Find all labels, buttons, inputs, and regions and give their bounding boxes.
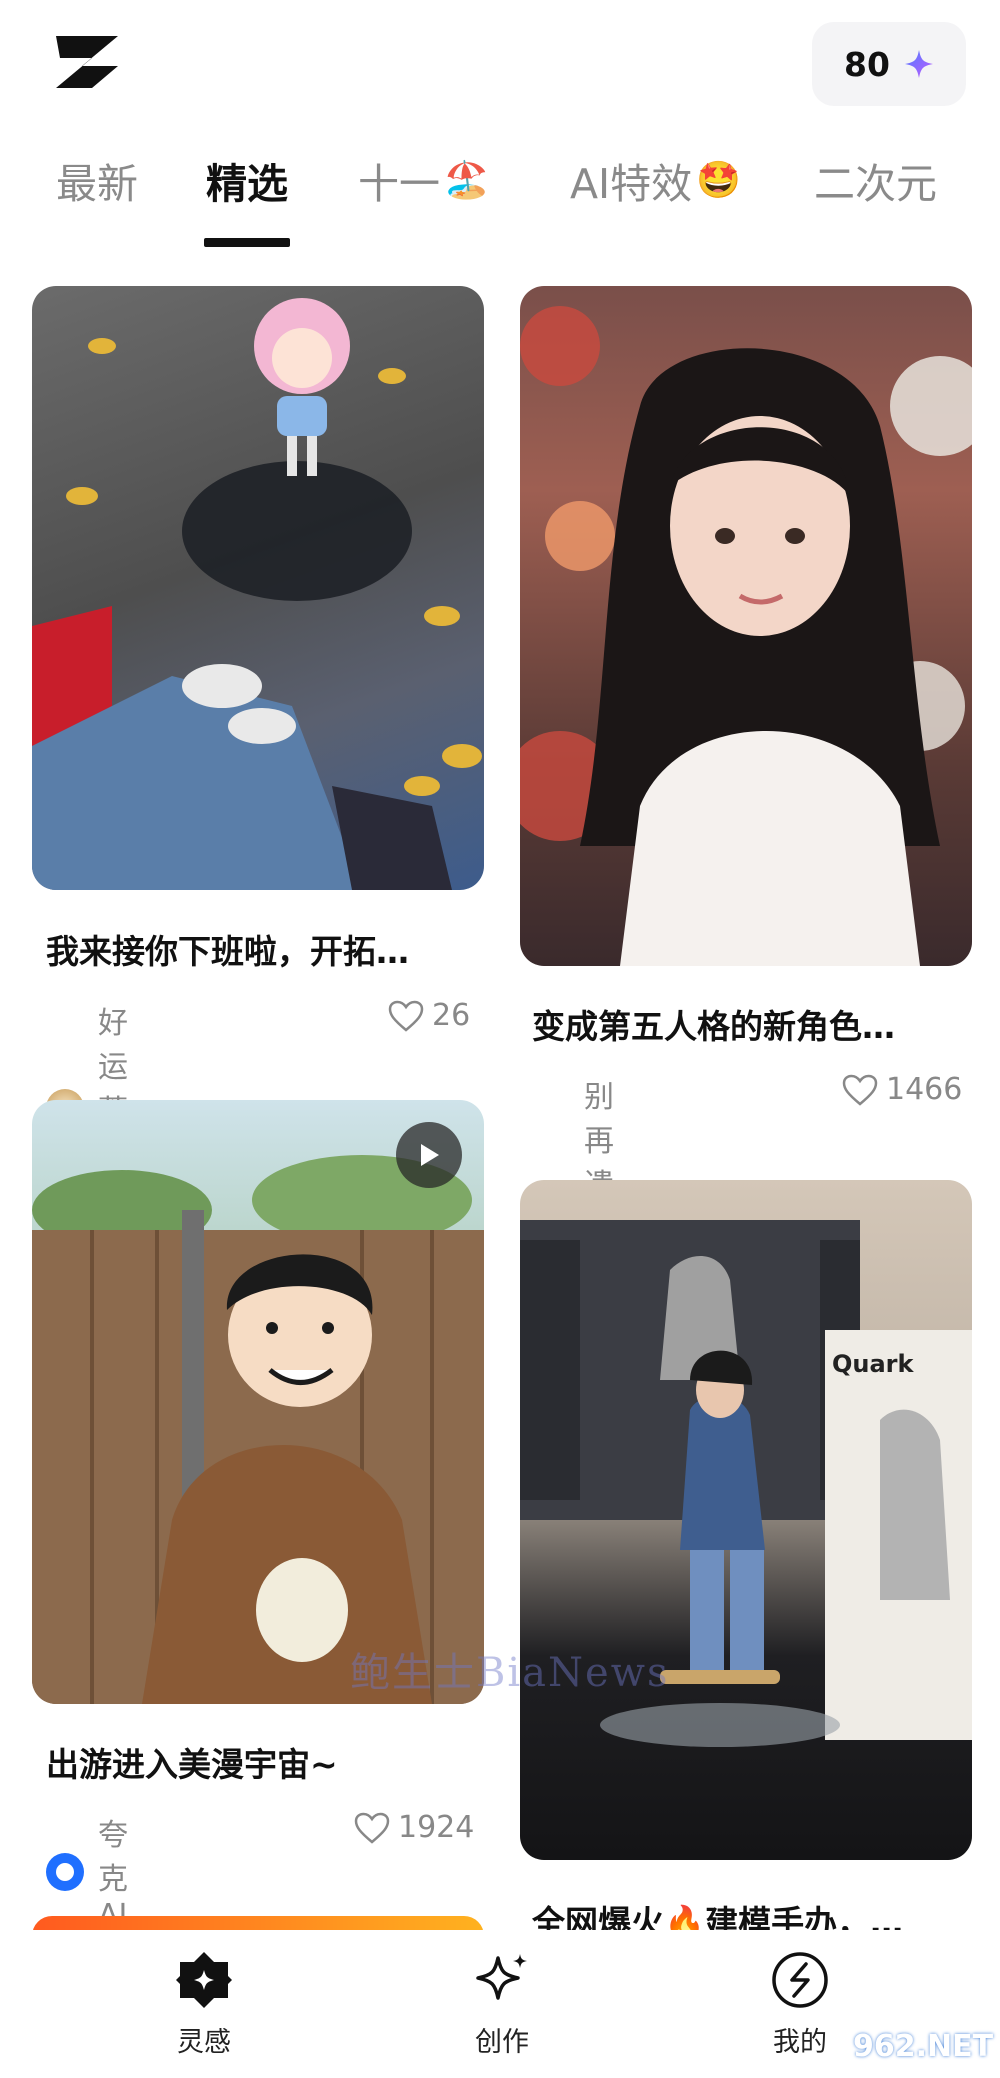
tab-national-day[interactable]: 十一 🏖️ xyxy=(358,150,489,210)
profile-icon xyxy=(772,1952,828,2008)
nav-create[interactable]: 创作 xyxy=(442,1950,562,2059)
video-play-icon xyxy=(396,1122,462,1188)
heart-icon xyxy=(354,1812,390,1844)
app-logo xyxy=(56,36,118,88)
watermark: 鲍生士BiaNews xyxy=(350,1650,670,1696)
credits-count: 80 xyxy=(844,44,890,84)
credits-button[interactable]: 80 xyxy=(812,22,966,106)
tab-featured[interactable]: 精选 xyxy=(206,150,288,210)
card-image[interactable] xyxy=(520,286,972,966)
sparkle-icon xyxy=(904,50,933,78)
beach-emoji: 🏖️ xyxy=(444,160,489,201)
nav-inspiration[interactable]: 灵感 xyxy=(144,1950,264,2059)
card-image[interactable] xyxy=(32,1100,484,1704)
tab-latest[interactable]: 最新 xyxy=(56,150,138,210)
quark-avatar-icon xyxy=(46,1852,84,1891)
like-button[interactable]: 26 xyxy=(388,998,470,1033)
bottom-nav: 灵感 创作 我的 xyxy=(0,1930,1000,2078)
sparkle-create-icon xyxy=(476,1954,527,2000)
like-count: 1924 xyxy=(398,1810,475,1845)
like-button[interactable]: 1466 xyxy=(842,1072,962,1107)
product-box-label: Quark xyxy=(832,1350,914,1378)
like-count: 26 xyxy=(432,998,471,1033)
site-watermark-badge: 962.NET xyxy=(852,2028,994,2064)
like-count: 1466 xyxy=(886,1072,963,1107)
card-author[interactable]: 夸克AI xyxy=(46,1810,128,1933)
card-title: 我来接你下班啦，开拓… xyxy=(46,932,409,971)
active-tab-indicator xyxy=(204,238,290,247)
like-button[interactable]: 1924 xyxy=(354,1810,474,1845)
tab-anime[interactable]: 二次元 xyxy=(814,150,937,210)
card-image[interactable] xyxy=(32,286,484,890)
inspiration-icon xyxy=(176,1952,232,2008)
card-title: 变成第五人格的新角色… xyxy=(532,1007,895,1046)
heart-icon xyxy=(842,1074,878,1106)
tab-ai-effects[interactable]: AI特效 🤩 xyxy=(570,150,741,210)
heart-icon xyxy=(388,1000,424,1032)
nav-profile[interactable]: 我的 xyxy=(740,1950,860,2059)
card-image[interactable]: Quark xyxy=(520,1180,972,1860)
star-eyes-emoji: 🤩 xyxy=(696,160,741,201)
card-title: 出游进入美漫宇宙~ xyxy=(46,1745,338,1784)
category-tabs: 最新 精选 十一 🏖️ AI特效 🤩 二次元 xyxy=(0,150,1000,250)
